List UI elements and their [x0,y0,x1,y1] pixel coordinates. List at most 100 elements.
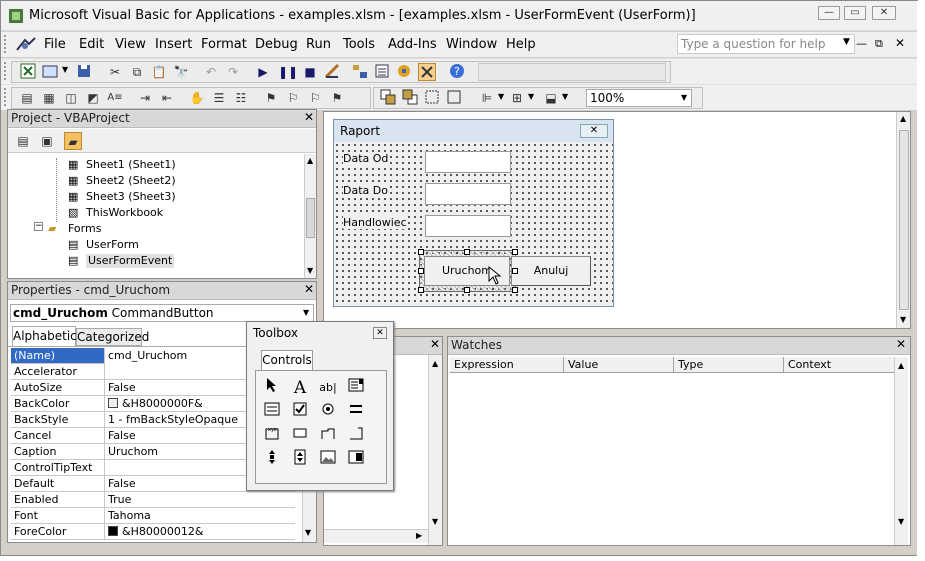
properties-close-button[interactable]: ✕ [302,283,316,297]
doc-minimize-button[interactable]: — [856,37,867,50]
property-row-font[interactable]: Font Tahoma [11,508,295,524]
comment-block-icon[interactable]: ☰ [210,89,228,107]
menu-edit[interactable]: Edit [79,37,104,52]
select-objects-icon[interactable] [260,377,284,399]
resize-handle[interactable] [464,287,470,293]
designer-scroll-thumb[interactable] [899,130,909,310]
project-scrollbar[interactable]: ▲ ▼ [304,154,316,278]
column-value[interactable]: Value [564,357,674,373]
make-same-size-icon[interactable]: ⬓ [542,89,560,107]
watches-scroll-down-icon[interactable]: ▼ [898,517,904,526]
combobox-tool-icon[interactable] [344,377,368,399]
center-icon[interactable]: ⊞ [508,89,526,107]
tree-item-sheet1[interactable]: Sheet1 (Sheet1) [86,158,176,172]
next-bookmark-icon[interactable]: ⚐ [284,89,302,107]
checkbox-tool-icon[interactable] [288,401,312,423]
toggle-breakpoint-icon[interactable]: ✋ [188,89,206,107]
refedit-tool-icon[interactable] [344,449,368,471]
designer-scroll-down-icon[interactable]: ▼ [900,315,906,324]
excel-view-icon[interactable] [15,36,37,54]
align-icon[interactable]: ⊫ [478,89,496,107]
center-dropdown-icon[interactable]: ▼ [528,92,534,101]
togglebutton-tool-icon[interactable] [344,401,368,423]
toolbox-close-button[interactable]: ✕ [373,327,387,339]
paste-icon[interactable]: 📋 [150,63,168,81]
property-row-forecolor[interactable]: ForeColor &H80000012& [11,524,295,540]
menu-tools[interactable]: Tools [343,37,375,52]
design-mode-icon[interactable] [324,63,342,81]
tabstrip-tool-icon[interactable] [316,425,340,447]
list-constants-icon[interactable]: ▦ [40,89,58,107]
scroll-down-icon[interactable]: ▼ [307,266,313,275]
spinbutton-tool-icon[interactable] [288,449,312,471]
group-icon[interactable] [424,89,442,107]
scroll-up-icon[interactable]: ▲ [307,156,313,165]
resize-handle[interactable] [418,249,424,255]
quick-info-icon[interactable]: ◫ [62,89,80,107]
previous-bookmark-icon[interactable]: ⚐ [306,89,324,107]
toolbar2-grip[interactable] [4,88,8,106]
immediate-scroll-up-icon[interactable]: ▲ [432,359,438,368]
optionbutton-tool-icon[interactable] [316,401,340,423]
resize-handle[interactable] [512,268,518,274]
textbox-handlowiec[interactable] [425,215,511,237]
properties-scroll-down-icon[interactable]: ▼ [305,528,311,537]
resize-handle[interactable] [512,287,518,293]
uncomment-block-icon[interactable]: ☷ [232,89,250,107]
toolbar-grip[interactable] [4,62,8,80]
zoom-select[interactable]: 100% ▼ [586,89,692,107]
designer-scroll-up-icon[interactable]: ▲ [900,114,906,123]
menu-format[interactable]: Format [201,37,247,52]
column-context[interactable]: Context [784,357,894,373]
tree-item-userformevent[interactable]: UserFormEvent [86,254,175,268]
doc-close-button[interactable]: ✕ [895,36,905,50]
minimize-button[interactable]: — [818,6,840,20]
properties-window-icon[interactable] [374,63,392,81]
immediate-hscrollbar[interactable]: ▶ [324,529,428,543]
menu-insert[interactable]: Insert [155,37,192,52]
redo-icon[interactable]: ↷ [224,63,242,81]
size-dropdown-icon[interactable]: ▼ [562,92,568,101]
toolbox-tab-controls[interactable]: Controls [261,350,313,370]
userform-close-icon[interactable]: ✕ [580,124,608,138]
watches-scrollbar[interactable]: ▲ ▼ [894,357,908,545]
tree-item-userform[interactable]: UserForm [86,238,139,252]
listbox-tool-icon[interactable] [260,401,284,423]
tree-item-sheet3[interactable]: Sheet3 (Sheet3) [86,190,176,204]
menu-window[interactable]: Window [446,37,497,52]
toggle-folders-icon[interactable]: ▰ [64,132,82,150]
complete-word-icon[interactable]: A≡ [106,89,124,107]
image-tool-icon[interactable] [316,449,340,471]
send-to-back-icon[interactable] [402,89,420,107]
ungroup-icon[interactable] [446,89,464,107]
immediate-close-button[interactable]: ✕ [428,338,442,352]
textbox-tool-icon[interactable]: ab| [316,377,340,399]
break-icon[interactable]: ❚❚ [278,63,298,81]
frame-tool-icon[interactable]: xyz [260,425,284,447]
help-icon[interactable]: ? [449,63,467,81]
view-object-icon[interactable]: ▣ [38,132,56,150]
menu-view[interactable]: View [115,37,146,52]
immediate-scrollbar[interactable]: ▲ ▼ [428,355,442,545]
project-explorer-icon[interactable] [352,63,370,81]
bring-to-front-icon[interactable] [380,89,398,107]
find-icon[interactable]: 🔭 [172,63,190,81]
tree-item-thisworkbook[interactable]: ThisWorkbook [86,206,163,220]
tree-item-forms[interactable]: Forms [68,222,101,236]
zoom-dropdown-icon[interactable]: ▼ [681,90,687,106]
maximize-button[interactable]: ▭ [844,6,866,20]
copy-icon[interactable]: ⧉ [128,63,146,81]
cut-icon[interactable]: ✂ [106,63,124,81]
designer-scrollbar[interactable]: ▲ ▼ [896,112,910,328]
outdent-icon[interactable]: ⇤ [158,89,176,107]
watches-close-button[interactable]: ✕ [894,338,908,352]
property-row-enabled[interactable]: Enabled True [11,492,295,508]
label-data-do[interactable]: Data Do [343,184,388,197]
forms-collapse-icon[interactable]: − [34,222,43,231]
menu-grip[interactable] [4,35,8,53]
immediate-scroll-right-icon[interactable]: ▶ [416,531,422,540]
resize-handle[interactable] [464,249,470,255]
toggle-bookmark-icon[interactable]: ⚑ [262,89,280,107]
label-handlowiec[interactable]: Handlowiec [343,216,407,229]
immediate-scroll-down-icon[interactable]: ▼ [432,517,438,526]
